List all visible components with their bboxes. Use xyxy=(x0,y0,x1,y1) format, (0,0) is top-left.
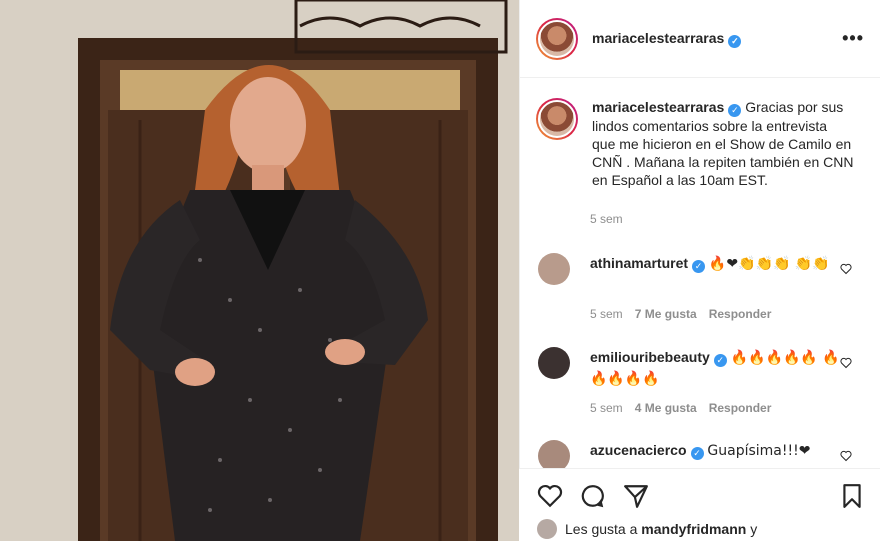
heart-icon[interactable] xyxy=(840,263,852,275)
caption-username[interactable]: mariacelestearraras xyxy=(592,99,724,115)
avatar[interactable] xyxy=(536,17,578,60)
comment-likes[interactable]: 7 Me gusta xyxy=(635,307,697,321)
heart-icon[interactable] xyxy=(840,450,852,462)
bookmark-icon[interactable] xyxy=(839,483,865,509)
likes-user[interactable]: mandyfridmann xyxy=(641,521,746,537)
photo-illustration xyxy=(0,0,519,541)
comment-time: 5 sem xyxy=(590,401,623,415)
post-username[interactable]: mariacelestearraras ✓ xyxy=(592,30,742,48)
caption-time: 5 sem xyxy=(590,212,623,226)
comment-username[interactable]: azucenacierco xyxy=(590,442,687,458)
avatar[interactable] xyxy=(538,253,570,285)
comment-text: Guapísima!!!❤ xyxy=(707,443,811,459)
verified-icon: ✓ xyxy=(692,260,706,273)
post-actions: Les gusta a mandyfridmann y xyxy=(519,468,880,541)
more-icon[interactable]: ••• xyxy=(842,28,864,49)
post-photo[interactable] xyxy=(0,0,519,541)
comment-likes[interactable]: 4 Me gusta xyxy=(635,401,697,415)
likes-prefix: Les gusta a xyxy=(565,521,638,537)
post-header: mariacelestearraras ✓ ••• xyxy=(520,0,880,78)
comment-meta: 5 sem 7 Me gusta Responder xyxy=(590,307,771,321)
comment-row: azucenacierco ✓ Guapísima!!!❤ xyxy=(538,440,858,468)
comment-row: emiliouribebeauty ✓ 🔥🔥🔥🔥🔥 🔥🔥🔥🔥🔥 5 sem 4 Me… xyxy=(538,347,858,417)
share-icon[interactable] xyxy=(623,483,649,509)
avatar[interactable] xyxy=(538,440,570,468)
reply-button[interactable]: Responder xyxy=(709,307,772,321)
likes-summary: Les gusta a mandyfridmann y xyxy=(537,519,757,539)
comment-username[interactable]: athinamarturet xyxy=(590,255,688,271)
comment-text: 🔥❤👏👏👏 👏👏 xyxy=(708,256,830,272)
reply-button[interactable]: Responder xyxy=(709,401,772,415)
comment-row: athinamarturet ✓ 🔥❤👏👏👏 👏👏 5 sem 7 Me gusta… xyxy=(538,253,858,323)
heart-icon[interactable] xyxy=(537,483,563,509)
comment-time: 5 sem xyxy=(590,307,623,321)
caption-avatar[interactable] xyxy=(536,98,578,140)
verified-icon: ✓ xyxy=(728,104,742,117)
verified-icon: ✓ xyxy=(713,354,727,367)
avatar xyxy=(537,519,557,539)
verified-icon: ✓ xyxy=(690,447,704,460)
heart-icon[interactable] xyxy=(840,357,852,369)
likes-suffix: y xyxy=(750,521,758,537)
avatar[interactable] xyxy=(538,347,570,379)
comment-icon[interactable] xyxy=(579,483,605,509)
caption: mariacelestearraras ✓ Gracias por sus lin… xyxy=(536,98,866,189)
comment-username[interactable]: emiliouribebeauty xyxy=(590,349,710,365)
verified-icon: ✓ xyxy=(728,34,742,48)
caption-text: mariacelestearraras ✓ Gracias por sus lin… xyxy=(592,98,854,189)
comment-meta: 5 sem 4 Me gusta Responder xyxy=(590,401,771,415)
